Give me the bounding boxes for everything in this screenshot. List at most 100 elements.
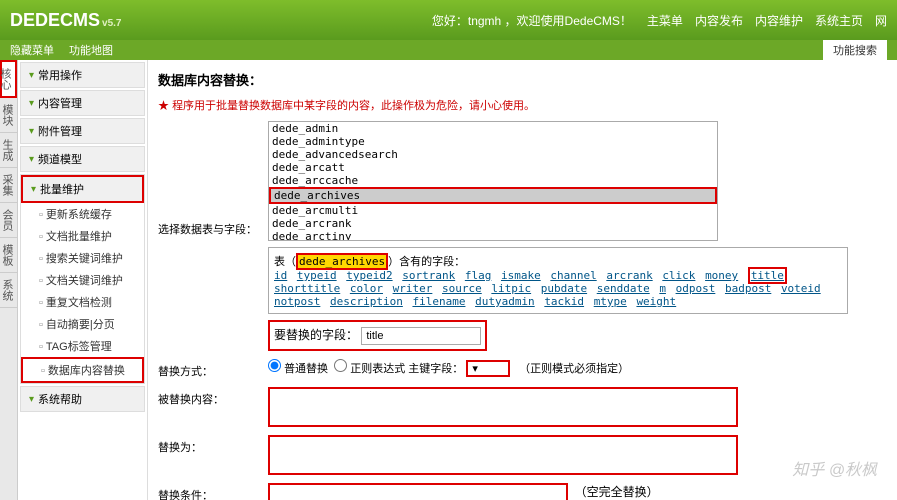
field-link-badpost[interactable]: badpost [725, 282, 771, 295]
main: 核心 模块 生成 采集 会员 模板 系统 ▾常用操作 ▾内容管理 ▾附件管理 ▾… [0, 60, 897, 500]
left-tabs: 核心 模块 生成 采集 会员 模板 系统 [0, 60, 18, 500]
list-item[interactable]: dede_arcrank [269, 217, 717, 230]
content: 数据库内容替换： 程序用于批量替换数据库中某字段的内容，此操作极为危险，请小心使… [148, 60, 897, 500]
item-tag[interactable]: TAG标签管理 [21, 335, 144, 357]
radio-regex[interactable] [334, 359, 347, 372]
item-doc-batch[interactable]: 文档批量维护 [21, 225, 144, 247]
item-dup[interactable]: 重复文档检测 [21, 291, 144, 313]
field-link-color[interactable]: color [350, 282, 383, 295]
group-attach[interactable]: ▾附件管理 [21, 119, 144, 143]
tab-member[interactable]: 会员 [0, 203, 17, 238]
field-link-arcrank[interactable]: arcrank [606, 269, 652, 282]
hide-menu[interactable]: 隐藏菜单 [10, 42, 54, 58]
nav-site[interactable]: 网 [875, 12, 887, 29]
replace-field-input[interactable] [361, 327, 481, 345]
content-textarea[interactable] [268, 387, 738, 427]
page-title: 数据库内容替换： [158, 70, 887, 89]
list-item[interactable]: dede_arcmulti [269, 204, 717, 217]
chevron-down-icon: ▾ [29, 70, 34, 81]
chevron-down-icon: ▾ [29, 154, 34, 165]
field-link-voteid[interactable]: voteid [781, 282, 821, 295]
field-link-writer[interactable]: writer [393, 282, 433, 295]
nav-main[interactable]: 主菜单 [647, 12, 683, 29]
sitemap[interactable]: 功能地图 [69, 42, 113, 58]
header: DEDECMSv5.7 您好：tngmh ，欢迎使用DedeCMS！ 主菜单 内… [0, 0, 897, 40]
tab-system[interactable]: 系统 [0, 273, 17, 308]
field-link-dutyadmin[interactable]: dutyadmin [475, 295, 535, 308]
list-item[interactable]: dede_admin [269, 122, 717, 135]
table-listbox[interactable]: dede_admin dede_admintype dede_advanceds… [268, 121, 718, 241]
logo: DEDECMSv5.7 [10, 10, 121, 31]
header-nav: 主菜单 内容发布 内容维护 系统主页 网 [647, 12, 887, 29]
sidebar: ▾常用操作 ▾内容管理 ▾附件管理 ▾频道模型 ▾批量维护 更新系统缓存 文档批… [18, 60, 148, 500]
field-link-senddate[interactable]: senddate [597, 282, 650, 295]
field-link-flag[interactable]: flag [465, 269, 492, 282]
item-cache[interactable]: 更新系统缓存 [21, 203, 144, 225]
tab-collect[interactable]: 采集 [0, 168, 17, 203]
list-item[interactable]: dede_advancedsearch [269, 148, 717, 161]
tab-module[interactable]: 模块 [0, 98, 17, 133]
list-item[interactable]: dede_admintype [269, 135, 717, 148]
warning-text: 程序用于批量替换数据库中某字段的内容，此操作极为危险，请小心使用。 [158, 97, 887, 113]
label-replace-field: 要替换的字段： [274, 328, 358, 342]
field-link-shorttitle[interactable]: shorttitle [274, 282, 340, 295]
item-doc-kw[interactable]: 文档关键词维护 [21, 269, 144, 291]
key-field-select[interactable]: ▾ [466, 360, 510, 377]
field-link-notpost[interactable]: notpost [274, 295, 320, 308]
field-link-sortrank[interactable]: sortrank [402, 269, 455, 282]
field-link-money[interactable]: money [705, 269, 738, 282]
table-name-highlight: dede_archives [296, 253, 388, 270]
group-channel[interactable]: ▾频道模型 [21, 147, 144, 171]
fields-box: 表（dede_archives）含有的字段： id typeid typeid2… [268, 247, 848, 314]
list-item[interactable]: dede_arccache [269, 174, 717, 187]
item-auto[interactable]: 自动摘要|分页 [21, 313, 144, 335]
field-link-click[interactable]: click [662, 269, 695, 282]
replace-to-textarea[interactable] [268, 435, 738, 475]
chevron-down-icon: ▾ [31, 184, 36, 195]
field-link-typeid[interactable]: typeid [297, 269, 337, 282]
field-link-tackid[interactable]: tackid [544, 295, 584, 308]
radio-normal[interactable] [268, 359, 281, 372]
field-link-pubdate[interactable]: pubdate [541, 282, 587, 295]
group-help[interactable]: ▾系统帮助 [21, 387, 144, 411]
field-link-mtype[interactable]: mtype [594, 295, 627, 308]
field-link-ismake[interactable]: ismake [501, 269, 541, 282]
nav-maintain[interactable]: 内容维护 [755, 12, 803, 29]
label-mode: 替换方式： [158, 359, 268, 379]
field-link-id[interactable]: id [274, 269, 287, 282]
chevron-down-icon: ▾ [29, 126, 34, 137]
nav-home[interactable]: 系统主页 [815, 12, 863, 29]
field-link-filename[interactable]: filename [412, 295, 465, 308]
subheader: 隐藏菜单 功能地图 功能搜索 [0, 40, 897, 60]
list-item[interactable]: dede_arcatt [269, 161, 717, 174]
group-batch[interactable]: ▾批量维护 [21, 175, 144, 203]
tab-template[interactable]: 模板 [0, 238, 17, 273]
field-link-typeid2[interactable]: typeid2 [346, 269, 392, 282]
watermark: 知乎 @秋枫 [792, 456, 877, 480]
field-link-source[interactable]: source [442, 282, 482, 295]
label-condition: 替换条件： [158, 483, 268, 500]
field-link-weight[interactable]: weight [636, 295, 676, 308]
group-content[interactable]: ▾内容管理 [21, 91, 144, 115]
condition-input[interactable] [268, 483, 568, 500]
nav-publish[interactable]: 内容发布 [695, 12, 743, 29]
welcome-text: 您好：tngmh ，欢迎使用DedeCMS！ [432, 12, 632, 29]
chevron-down-icon: ▾ [29, 394, 34, 405]
label-content: 被替换内容： [158, 387, 268, 407]
func-search[interactable]: 功能搜索 [823, 40, 887, 60]
tab-core[interactable]: 核心 [0, 60, 17, 98]
label-replace-to: 替换为： [158, 435, 268, 455]
field-link-channel[interactable]: channel [550, 269, 596, 282]
tab-generate[interactable]: 生成 [0, 133, 17, 168]
chevron-down-icon: ▾ [29, 98, 34, 109]
list-item-selected[interactable]: dede_archives [269, 187, 717, 204]
item-db-replace[interactable]: 数据库内容替换 [21, 357, 144, 383]
list-item[interactable]: dede_arctiny [269, 230, 717, 241]
field-link-litpic[interactable]: litpic [491, 282, 531, 295]
label-select-table: 选择数据表与字段： [158, 121, 268, 237]
field-link-odpost[interactable]: odpost [676, 282, 716, 295]
item-search-kw[interactable]: 搜索关键词维护 [21, 247, 144, 269]
field-link-m[interactable]: m [659, 282, 666, 295]
field-link-description[interactable]: description [330, 295, 403, 308]
group-common[interactable]: ▾常用操作 [21, 63, 144, 87]
